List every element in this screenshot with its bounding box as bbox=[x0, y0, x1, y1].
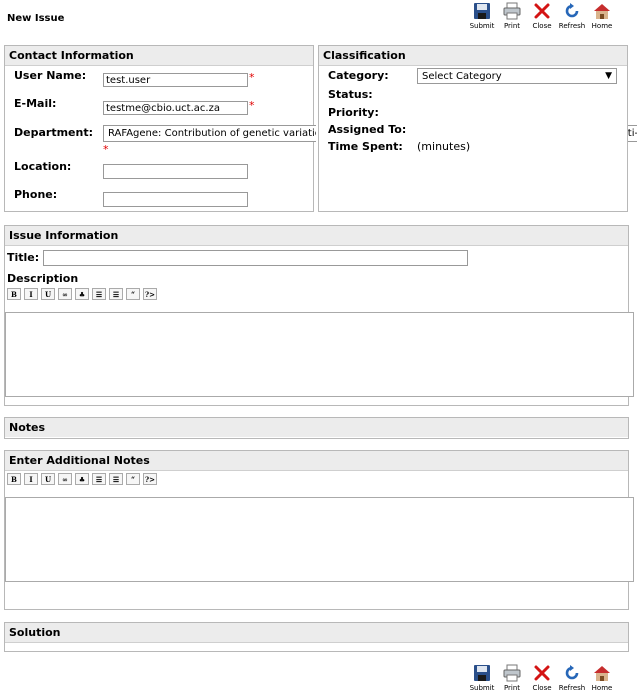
underline-button[interactable]: U bbox=[41, 473, 55, 485]
print-label: Print bbox=[503, 22, 521, 30]
close-icon bbox=[534, 665, 550, 681]
image-button[interactable]: ♣ bbox=[75, 473, 89, 485]
solution-panel: Solution bbox=[4, 622, 629, 652]
bold-button[interactable]: B bbox=[7, 288, 21, 300]
refresh-button[interactable]: Refresh bbox=[557, 2, 587, 30]
code-button[interactable]: ?> bbox=[143, 288, 157, 300]
close-label: Close bbox=[532, 22, 552, 30]
image-button[interactable]: ♣ bbox=[75, 288, 89, 300]
location-field[interactable] bbox=[103, 164, 248, 179]
notes-heading: Notes bbox=[5, 418, 628, 437]
required-marker: * bbox=[249, 71, 255, 84]
assigned-to-label: Assigned To: bbox=[328, 123, 407, 136]
bold-button[interactable]: B bbox=[7, 473, 21, 485]
italic-button[interactable]: I bbox=[24, 288, 38, 300]
home-button[interactable]: Home bbox=[587, 2, 617, 30]
category-select[interactable]: Select Category ▼ bbox=[417, 68, 617, 84]
email-label: E-Mail: bbox=[14, 97, 57, 110]
refresh-label: Refresh bbox=[558, 684, 586, 692]
quote-button[interactable]: “ bbox=[126, 473, 140, 485]
priority-label: Priority: bbox=[328, 106, 379, 119]
quote-button[interactable]: “ bbox=[126, 288, 140, 300]
refresh-icon bbox=[565, 3, 579, 18]
additional-notes-heading: Enter Additional Notes bbox=[5, 451, 628, 471]
printer-icon bbox=[503, 2, 521, 20]
classification-heading: Classification bbox=[319, 46, 627, 66]
bullet-list-button[interactable]: ☰ bbox=[92, 473, 106, 485]
close-label: Close bbox=[532, 684, 552, 692]
category-label: Category: bbox=[328, 69, 389, 82]
issue-information-heading: Issue Information bbox=[5, 226, 628, 246]
time-spent-unit: (minutes) bbox=[417, 140, 471, 153]
refresh-icon bbox=[565, 665, 579, 680]
department-select[interactable]: RAFAgene: Contribution of genetic variat… bbox=[103, 125, 316, 142]
submit-button[interactable]: Submit bbox=[467, 2, 497, 30]
status-label: Status: bbox=[328, 88, 373, 101]
print-button[interactable]: Print bbox=[497, 664, 527, 692]
home-button[interactable]: Home bbox=[587, 664, 617, 692]
submit-label: Submit bbox=[469, 22, 495, 30]
additional-notes-textarea[interactable] bbox=[5, 497, 634, 582]
notes-editor-toolbar: B I U ∞ ♣ ☰ ☰ “ ?> bbox=[7, 473, 157, 485]
phone-field[interactable] bbox=[103, 192, 248, 207]
home-icon bbox=[594, 4, 610, 19]
floppy-disk-icon bbox=[474, 665, 490, 681]
numbered-list-button[interactable]: ☰ bbox=[109, 288, 123, 300]
description-textarea[interactable] bbox=[5, 312, 634, 397]
phone-label: Phone: bbox=[14, 188, 58, 201]
home-icon bbox=[594, 666, 610, 681]
time-spent-label: Time Spent: bbox=[328, 140, 403, 153]
close-button[interactable]: Close bbox=[527, 664, 557, 692]
underline-button[interactable]: U bbox=[41, 288, 55, 300]
bullet-list-button[interactable]: ☰ bbox=[92, 288, 106, 300]
required-marker: * bbox=[103, 143, 109, 156]
close-button[interactable]: Close bbox=[527, 2, 557, 30]
code-button[interactable]: ?> bbox=[143, 473, 157, 485]
notes-panel: Notes bbox=[4, 417, 629, 439]
user-name-field[interactable] bbox=[103, 73, 248, 87]
solution-heading: Solution bbox=[5, 623, 628, 643]
department-label: Department: bbox=[14, 126, 93, 139]
print-button[interactable]: Print bbox=[497, 2, 527, 30]
submit-label: Submit bbox=[469, 684, 495, 692]
print-label: Print bbox=[503, 684, 521, 692]
submit-button[interactable]: Submit bbox=[467, 664, 497, 692]
home-label: Home bbox=[591, 22, 613, 30]
department-select-value: RAFAgene: Contribution of genetic variat… bbox=[108, 128, 316, 139]
location-label: Location: bbox=[14, 160, 72, 173]
description-editor-toolbar: B I U ∞ ♣ ☰ ☰ “ ?> bbox=[7, 288, 157, 300]
title-field[interactable] bbox=[43, 250, 468, 266]
user-name-label: User Name: bbox=[14, 69, 87, 82]
bottom-toolbar: Submit Print Close Refresh Home bbox=[467, 664, 617, 692]
refresh-button[interactable]: Refresh bbox=[557, 664, 587, 692]
category-select-value: Select Category bbox=[422, 70, 502, 82]
close-icon bbox=[534, 3, 550, 19]
printer-icon bbox=[503, 664, 521, 682]
description-label: Description bbox=[7, 272, 79, 285]
link-button[interactable]: ∞ bbox=[58, 473, 72, 485]
required-marker: * bbox=[249, 99, 255, 112]
home-label: Home bbox=[591, 684, 613, 692]
italic-button[interactable]: I bbox=[24, 473, 38, 485]
numbered-list-button[interactable]: ☰ bbox=[109, 473, 123, 485]
title-label: Title: bbox=[7, 251, 40, 264]
email-field[interactable] bbox=[103, 101, 248, 115]
page-title: New Issue bbox=[7, 13, 65, 24]
top-toolbar: Submit Print Close Refresh Home bbox=[467, 2, 617, 30]
refresh-label: Refresh bbox=[558, 22, 586, 30]
contact-information-heading: Contact Information bbox=[5, 46, 313, 66]
floppy-disk-icon bbox=[474, 3, 490, 19]
dropdown-arrow-icon: ▼ bbox=[605, 71, 612, 81]
link-button[interactable]: ∞ bbox=[58, 288, 72, 300]
